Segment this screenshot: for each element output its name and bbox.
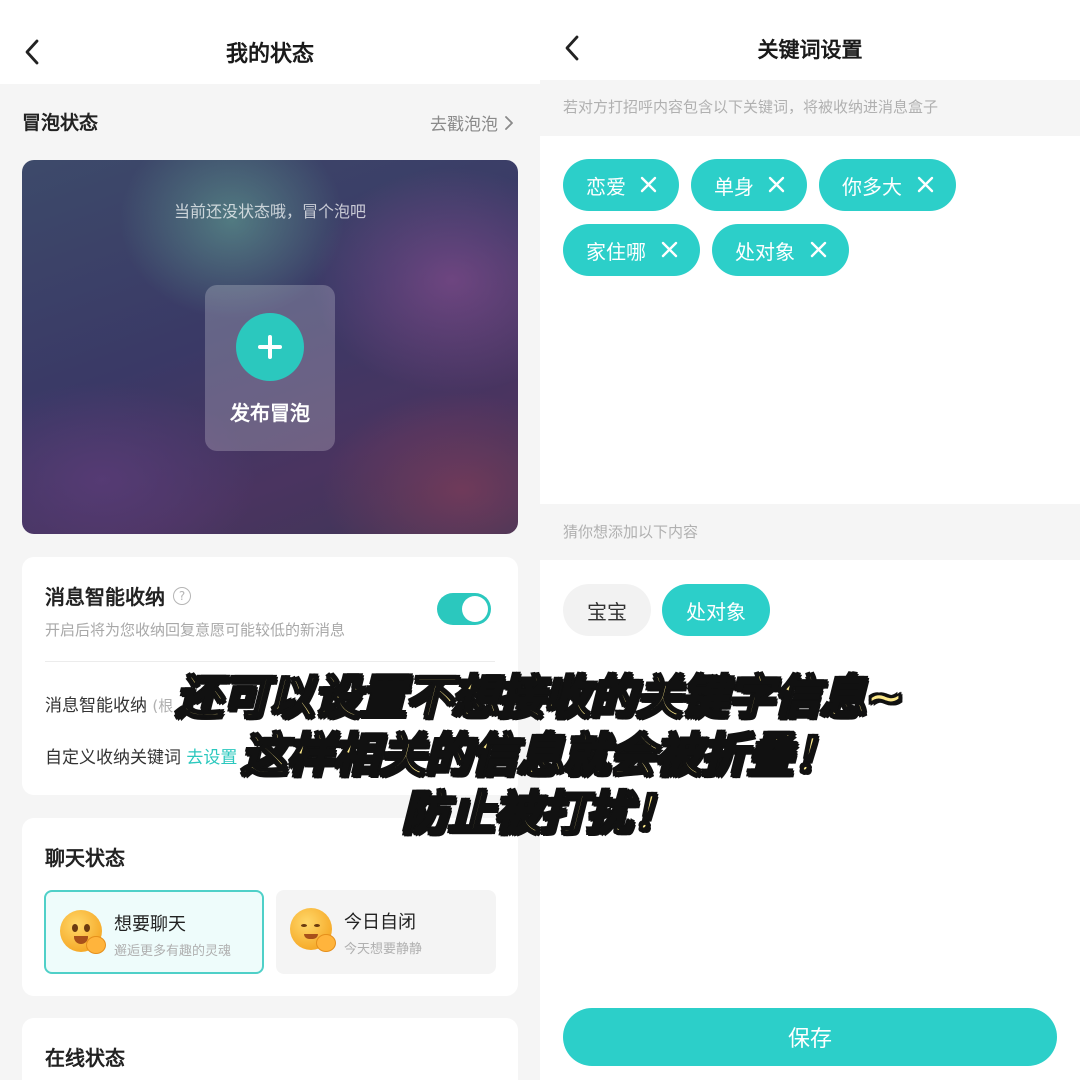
- message-fold-subtitle: 开启后将为您收纳回复意愿可能较低的新消息: [45, 621, 346, 639]
- publish-bubble-label: 发布冒泡: [230, 401, 310, 425]
- keyword-tag-label: 家住哪: [586, 239, 646, 264]
- bubble-card: 当前还没状态哦，冒个泡吧 发布冒泡: [22, 160, 518, 534]
- chevron-right-icon: [505, 115, 513, 130]
- chat-option-subtitle: 今天想要静静: [344, 942, 423, 957]
- close-icon[interactable]: [810, 241, 827, 258]
- poke-bubble-link[interactable]: 去戳泡泡: [430, 110, 514, 135]
- chat-option-want-chat[interactable]: 想要聊天 邂逅更多有趣的灵魂: [44, 890, 264, 974]
- keyword-tag-label: 处对象: [735, 239, 795, 264]
- bubble-empty-text: 当前还没状态哦，冒个泡吧: [173, 202, 366, 221]
- plus-icon: [236, 313, 304, 381]
- shy-emoji-icon: [290, 908, 336, 952]
- chat-status-title: 聊天状态: [45, 846, 125, 870]
- keyword-hint: 若对方打招呼内容包含以下关键词，将被收纳进消息盒子: [540, 80, 1080, 136]
- keyword-tag[interactable]: 单身: [691, 159, 807, 211]
- keyword-tag[interactable]: 你多大: [819, 159, 956, 211]
- my-status-screen: 我的状态 冒泡状态 去戳泡泡 当前还没状态哦，冒个泡吧 发布冒泡 消息智能收纳 …: [0, 0, 540, 1080]
- publish-bubble-button[interactable]: 发布冒泡: [205, 285, 335, 451]
- header-bar: 关键词设置: [540, 0, 1080, 80]
- suggestion-chip[interactable]: 宝宝: [563, 584, 651, 636]
- keyword-tag[interactable]: 恋爱: [563, 159, 679, 211]
- divider: [45, 661, 495, 662]
- message-fold-toggle[interactable]: [437, 593, 491, 625]
- close-icon[interactable]: [640, 176, 657, 193]
- help-icon[interactable]: ?: [173, 586, 191, 605]
- message-fold-row-label: 消息智能收纳: [45, 696, 147, 716]
- excited-emoji-icon: [60, 910, 106, 954]
- custom-keyword-label: 自定义收纳关键词: [45, 748, 181, 768]
- message-fold-row-note: (根: [152, 697, 174, 715]
- chat-option-title: 想要聊天: [114, 914, 186, 935]
- keyword-tag-label: 单身: [714, 174, 754, 199]
- message-fold-row[interactable]: 消息智能收纳 (根: [45, 691, 173, 716]
- poke-bubble-label: 去戳泡泡: [430, 115, 498, 135]
- bubble-section-heading: 冒泡状态: [22, 112, 99, 134]
- keyword-tag-label: 你多大: [842, 174, 902, 199]
- header-bar: 我的状态: [0, 0, 540, 84]
- online-status-card: 在线状态: [22, 1018, 518, 1080]
- keyword-tag[interactable]: 处对象: [712, 224, 849, 276]
- close-icon[interactable]: [661, 241, 678, 258]
- suggestion-heading: 猜你想添加以下内容: [540, 504, 1080, 560]
- save-button[interactable]: 保存: [563, 1008, 1057, 1066]
- chat-status-card: 聊天状态 想要聊天 邂逅更多有趣的灵魂 今日自闭 今天想要静静: [22, 818, 518, 996]
- custom-keyword-row: 自定义收纳关键词 去设置: [45, 743, 237, 768]
- close-icon[interactable]: [917, 176, 934, 193]
- message-fold-title-text: 消息智能收纳: [45, 585, 165, 609]
- close-icon[interactable]: [768, 176, 785, 193]
- page-title: 关键词设置: [757, 38, 863, 62]
- chat-option-title: 今日自闭: [344, 912, 416, 933]
- keyword-tag-label: 恋爱: [586, 174, 626, 199]
- go-settings-link[interactable]: 去设置: [186, 748, 237, 768]
- page-title: 我的状态: [225, 42, 314, 67]
- keyword-tag[interactable]: 家住哪: [563, 224, 700, 276]
- message-fold-card: 消息智能收纳 ? 开启后将为您收纳回复意愿可能较低的新消息 消息智能收纳 (根 …: [22, 557, 518, 795]
- message-fold-title: 消息智能收纳 ?: [45, 581, 191, 610]
- toggle-knob: [462, 596, 488, 622]
- suggestion-chip-selected[interactable]: 处对象: [662, 584, 770, 636]
- keyword-settings-screen: 关键词设置 若对方打招呼内容包含以下关键词，将被收纳进消息盒子 恋爱 单身 你多…: [540, 0, 1080, 1080]
- chat-option-self-isolate[interactable]: 今日自闭 今天想要静静: [276, 890, 496, 974]
- online-status-title: 在线状态: [45, 1046, 125, 1070]
- chat-option-subtitle: 邂逅更多有趣的灵魂: [114, 944, 232, 959]
